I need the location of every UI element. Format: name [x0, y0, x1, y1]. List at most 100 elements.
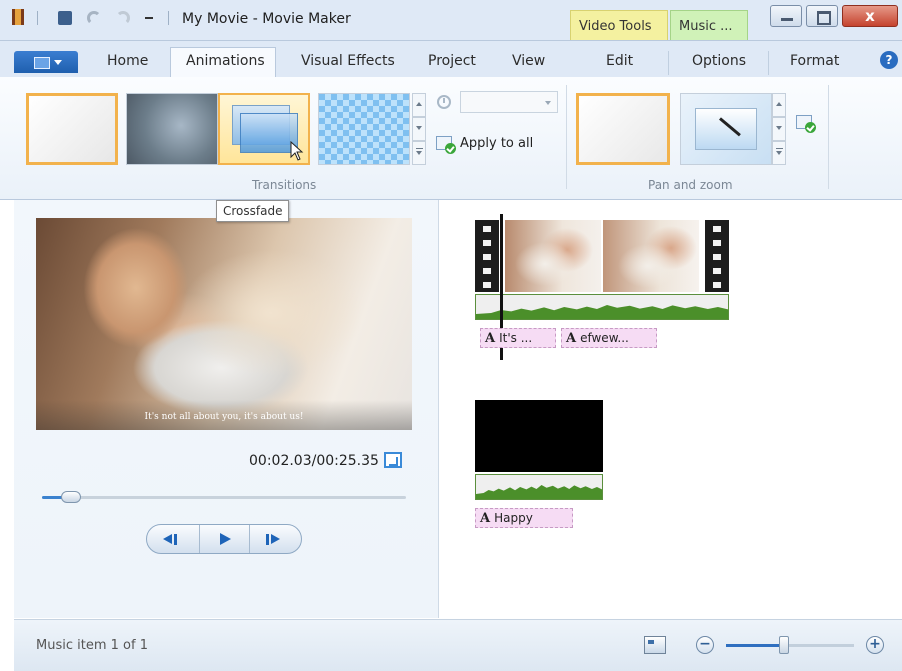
- apply-to-all-icon: [436, 136, 456, 154]
- maximize-button[interactable]: [806, 5, 838, 27]
- apply-icon: [797, 116, 816, 133]
- play-icon: [220, 533, 231, 545]
- video-caption-overlay: It's not all about you, it's about us!: [144, 412, 304, 422]
- duration-icon: [437, 95, 451, 109]
- seek-thumb[interactable]: [61, 491, 82, 503]
- gallery-scroll-up-button[interactable]: [412, 93, 426, 117]
- zoom-level-fill: [726, 644, 784, 647]
- context-tab-video-tools: Video Tools: [570, 10, 668, 40]
- save-icon[interactable]: [58, 11, 72, 25]
- black-video-clip[interactable]: [475, 400, 603, 472]
- video-preview[interactable]: It's not all about you, it's about us!: [36, 218, 412, 430]
- frame-bar: [266, 534, 269, 545]
- group-separator: [566, 85, 567, 189]
- caption-item[interactable]: A It's ...: [480, 328, 556, 348]
- caption-text: Happy: [494, 511, 533, 525]
- storyboard-view-icon[interactable]: [644, 636, 666, 654]
- ribbon-animations: Apply to all Transitions Pan and zoom: [0, 77, 902, 200]
- movie-maker-app-icon[interactable]: [12, 9, 24, 25]
- caption-item[interactable]: Aefwew...: [561, 328, 657, 348]
- time-readout: 00:02.03/00:25.35: [249, 453, 379, 469]
- group-label-pan-and-zoom: Pan and zoom: [648, 178, 733, 192]
- tab-project[interactable]: Project: [428, 53, 476, 69]
- pan-zoom-more-button[interactable]: [772, 141, 786, 165]
- close-icon: x: [865, 7, 875, 25]
- frame-bar: [174, 534, 177, 545]
- caption-text: It's ...: [499, 331, 533, 345]
- caption-icon: A: [480, 511, 491, 526]
- tab-options[interactable]: Options: [692, 53, 746, 69]
- crossfade-tooltip: Crossfade: [216, 200, 290, 222]
- status-bar: Music item 1 of 1 − +: [14, 619, 902, 671]
- caption-icon: A: [566, 331, 577, 346]
- group-separator: [828, 85, 829, 189]
- checkmark-icon: [445, 143, 456, 154]
- zoom-in-button[interactable]: +: [866, 636, 884, 654]
- mouse-cursor-icon: [290, 141, 304, 161]
- pan-zoom-none[interactable]: [576, 93, 670, 165]
- audio-waveform: [476, 305, 728, 319]
- seek-slider[interactable]: [42, 491, 406, 503]
- tab-edit[interactable]: Edit: [606, 53, 633, 69]
- clip-thumbnail: [505, 220, 601, 292]
- close-button[interactable]: x: [842, 5, 898, 27]
- tab-separator: [668, 51, 669, 75]
- play-button[interactable]: [199, 525, 250, 553]
- caption-text: efwew...: [580, 331, 629, 345]
- pan-zoom-apply-to-all-icon[interactable]: [796, 115, 816, 133]
- transition-mosaic[interactable]: [318, 93, 410, 165]
- clip-thumbnail: [603, 220, 699, 292]
- title-bar: My Movie - Movie Maker Video Tools Music…: [0, 0, 902, 41]
- apply-to-all-button[interactable]: Apply to all: [436, 136, 533, 156]
- film-sprocket-right: [705, 220, 729, 292]
- video-clip[interactable]: [475, 220, 729, 292]
- music-track[interactable]: [475, 474, 603, 500]
- next-frame-icon: [271, 534, 280, 544]
- pan-zoom-scroll-up-button[interactable]: [772, 93, 786, 117]
- status-text: Music item 1 of 1: [36, 638, 148, 653]
- separator: [37, 11, 38, 25]
- apply-to-all-label: Apply to all: [460, 136, 534, 151]
- group-label-transitions: Transitions: [252, 178, 317, 192]
- menu-icon: [34, 57, 50, 69]
- separator: [168, 11, 169, 25]
- window-title: My Movie - Movie Maker: [182, 11, 351, 27]
- zoom-out-button[interactable]: −: [696, 636, 714, 654]
- zoom-slider[interactable]: [726, 636, 854, 654]
- gallery-scroll-down-button[interactable]: [412, 117, 426, 141]
- redo-icon[interactable]: [116, 11, 130, 25]
- context-tab-music-tools: Music ...: [670, 10, 748, 40]
- help-icon[interactable]: ?: [880, 51, 898, 69]
- tab-visual-effects[interactable]: Visual Effects: [301, 53, 395, 69]
- gallery-more-button[interactable]: [412, 141, 426, 165]
- next-frame-button[interactable]: [249, 525, 300, 553]
- duration-dropdown[interactable]: [460, 91, 558, 113]
- tab-animations[interactable]: Animations: [186, 53, 265, 69]
- fullscreen-button[interactable]: [384, 452, 402, 468]
- chevron-down-icon: [54, 60, 62, 65]
- transition-blur[interactable]: [126, 93, 218, 165]
- pan-zoom-automatic[interactable]: [680, 93, 772, 165]
- tab-home[interactable]: Home: [107, 53, 148, 69]
- pan-zoom-scroll-down-button[interactable]: [772, 117, 786, 141]
- film-sprocket-left: [475, 220, 499, 292]
- tab-format[interactable]: Format: [790, 53, 839, 69]
- music-track[interactable]: [475, 294, 729, 320]
- checkmark-icon: [805, 122, 816, 133]
- customize-quick-access-chevron-down-icon[interactable]: [145, 17, 153, 23]
- file-menu-button[interactable]: [14, 51, 78, 73]
- minimize-button[interactable]: [770, 5, 802, 27]
- zoom-thumb[interactable]: [778, 636, 789, 654]
- playback-controls: [146, 524, 302, 554]
- transition-none[interactable]: [26, 93, 118, 165]
- previous-frame-icon: [163, 534, 172, 544]
- storyboard: A It's ... Aefwew... A Happy: [439, 200, 902, 618]
- previous-frame-button[interactable]: [149, 525, 199, 553]
- undo-icon[interactable]: [87, 11, 101, 25]
- tab-view[interactable]: View: [512, 53, 545, 69]
- audio-waveform: [476, 485, 602, 499]
- tab-separator: [768, 51, 769, 75]
- ribbon-tab-strip: Home Animations Visual Effects Project V…: [0, 41, 902, 78]
- caption-icon: A: [485, 331, 496, 346]
- caption-item[interactable]: A Happy: [475, 508, 573, 528]
